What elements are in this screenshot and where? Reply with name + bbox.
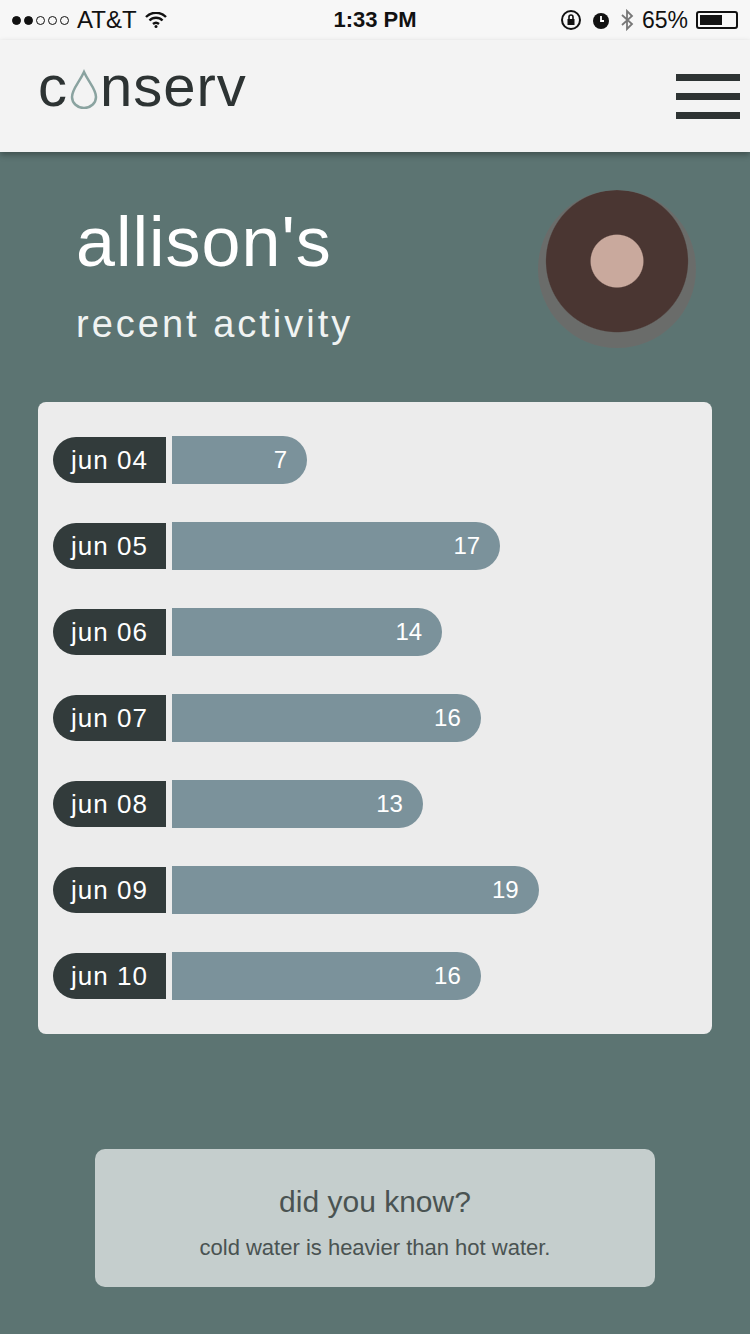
date-label: jun 10 [53,953,166,999]
bar-value: 13 [376,790,403,818]
date-label: jun 07 [53,695,166,741]
bar-value: 19 [492,876,519,904]
battery-reading: 65% [642,7,688,34]
battery-icon [696,11,738,29]
app-header: cnserv [0,40,750,152]
bar-value: 7 [274,446,287,474]
avatar-photo[interactable] [538,190,696,348]
menu-icon[interactable] [676,74,740,119]
profile-title: allison's [76,204,353,281]
rotation-lock-icon [560,9,582,31]
bar-value: 16 [434,962,461,990]
tip-card: did you know? cold water is heavier than … [95,1149,655,1287]
chart-row: jun 10 16 [53,952,697,1000]
bluetooth-icon [620,9,634,31]
chart-bar: 7 [172,436,307,484]
alarm-icon [590,9,612,31]
chart-bar: 16 [172,952,481,1000]
chart-bar: 14 [172,608,442,656]
conserv-logo[interactable]: cnserv [38,52,247,119]
chart-row: jun 06 14 [53,608,697,656]
date-label: jun 06 [53,609,166,655]
tip-text: cold water is heavier than hot water. [200,1235,551,1261]
chart-row: jun 08 13 [53,780,697,828]
clock-label: 1:33 PM [333,7,416,33]
chart-row: jun 07 16 [53,694,697,742]
water-drop-icon [69,69,99,109]
chart-row: jun 09 19 [53,866,697,914]
chart-bar: 13 [172,780,423,828]
bar-value: 17 [453,532,480,560]
chart-row: jun 04 7 [53,436,697,484]
date-label: jun 08 [53,781,166,827]
wifi-icon [145,12,167,28]
profile-section: allison's recent activity [0,152,750,402]
date-label: jun 09 [53,867,166,913]
activity-chart: jun 047jun 0517jun 0614jun 0716jun 0813j… [38,402,712,1034]
bar-value: 16 [434,704,461,732]
chart-row: jun 05 17 [53,522,697,570]
bar-value: 14 [395,618,422,646]
date-label: jun 05 [53,523,166,569]
tip-title: did you know? [279,1185,471,1219]
carrier-label: AT&T [77,6,137,34]
chart-bar: 19 [172,866,539,914]
profile-subtitle: recent activity [76,303,353,346]
app-screen: AT&T 1:33 PM 65% cnserv allison's recent acti… [0,0,750,1334]
status-bar: AT&T 1:33 PM 65% [0,0,750,40]
signal-icon [12,16,69,25]
date-label: jun 04 [53,437,166,483]
chart-bar: 17 [172,522,500,570]
chart-bar: 16 [172,694,481,742]
